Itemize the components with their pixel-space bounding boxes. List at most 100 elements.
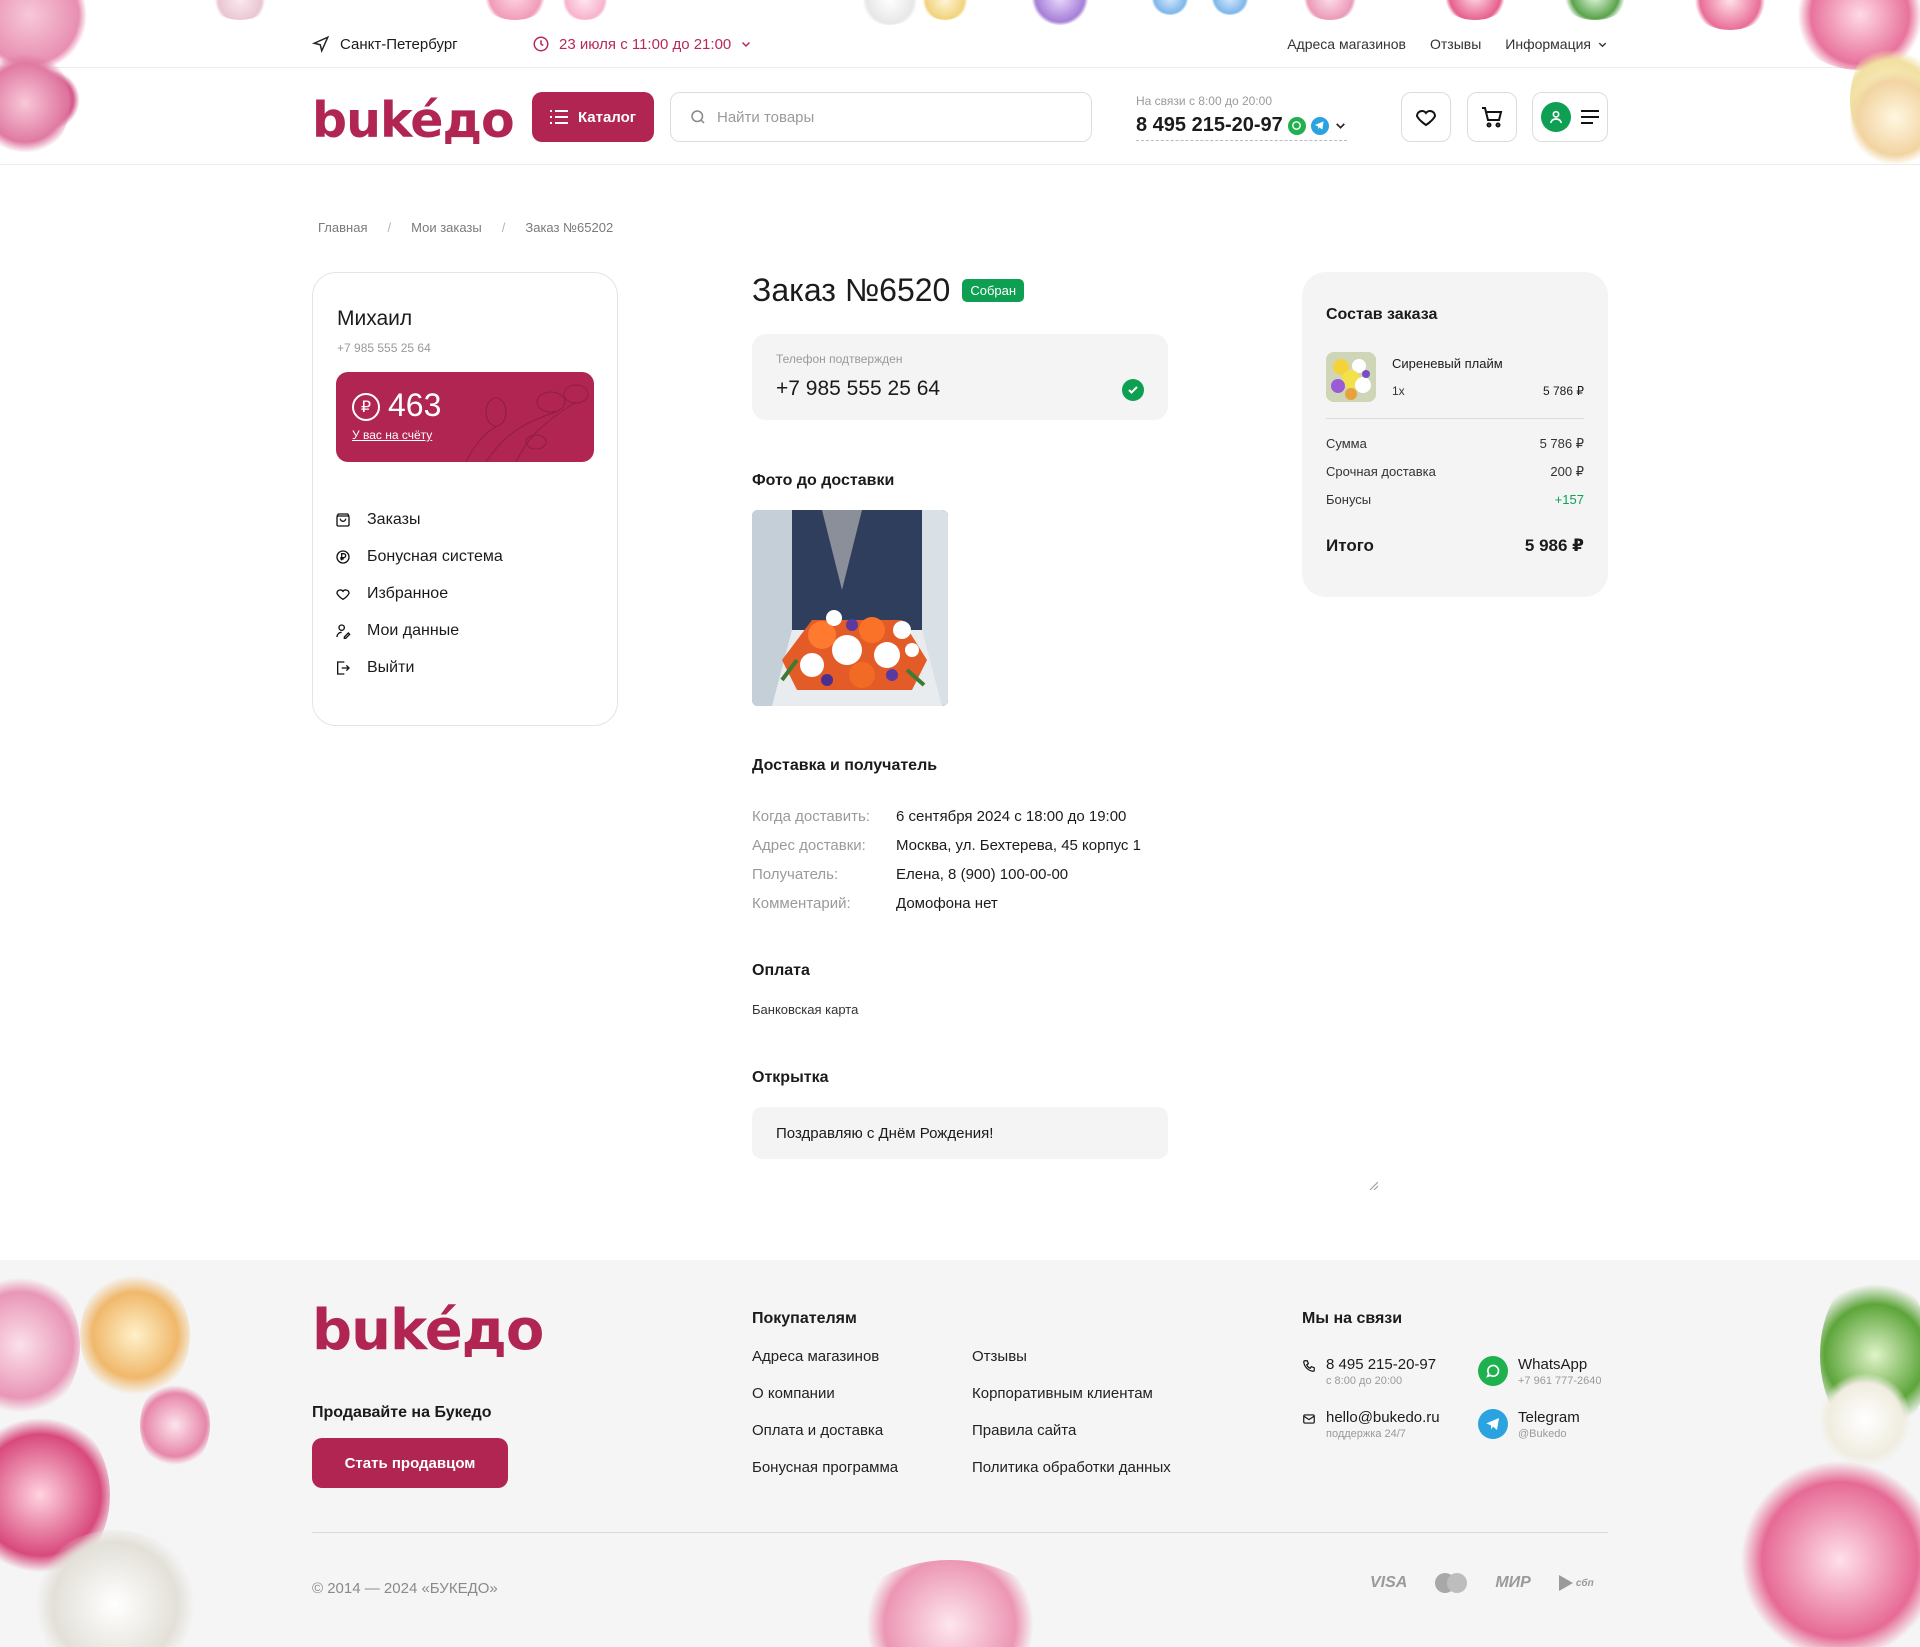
stores-link[interactable]: Адреса магазинов bbox=[1287, 36, 1406, 52]
city-selector[interactable]: Санкт-Петербург bbox=[312, 34, 458, 54]
flower-decoration-right bbox=[1850, 68, 1920, 168]
breadcrumb: Главная / Мои заказы / Заказ №65202 bbox=[318, 220, 613, 235]
buyers-heading: Покупателям bbox=[752, 1310, 857, 1327]
footer-phone-hours: с 8:00 до 20:00 bbox=[1326, 1375, 1403, 1387]
bouquet-photo[interactable] bbox=[752, 510, 948, 706]
info-dropdown[interactable]: Информация bbox=[1505, 36, 1608, 52]
profile-card: Михаил +7 985 555 25 64 ₽ 463 У вас на с… bbox=[312, 272, 618, 726]
sbp-label: сбп bbox=[1575, 1577, 1594, 1589]
menu-item-bonus[interactable]: Бонусная система bbox=[335, 538, 503, 575]
summary-row-label: Бонусы bbox=[1326, 492, 1372, 507]
ruble-coin-icon: ₽ bbox=[352, 393, 380, 421]
summary-title: Состав заказа bbox=[1326, 306, 1438, 323]
footer-link[interactable]: О компании bbox=[752, 1385, 898, 1422]
footer-whatsapp[interactable]: WhatsApp +7 961 777-2640 bbox=[1478, 1356, 1602, 1387]
chevron-down-icon bbox=[1598, 42, 1607, 47]
footer-link[interactable]: Бонусная программа bbox=[752, 1459, 898, 1496]
header-phone[interactable]: 8 495 215-20-97 bbox=[1136, 114, 1347, 141]
resize-handle-icon[interactable] bbox=[1368, 1180, 1378, 1190]
footer-links-col1: Адреса магазинов О компании Оплата и дос… bbox=[752, 1348, 898, 1496]
footer-phone[interactable]: 8 495 215-20-97 с 8:00 до 20:00 bbox=[1302, 1356, 1436, 1387]
mir-logo: МИР bbox=[1495, 1574, 1531, 1591]
delivery-value: Домофона нет bbox=[896, 895, 998, 912]
profile-name: Михаил bbox=[337, 307, 413, 330]
mail-icon bbox=[1303, 1414, 1315, 1424]
greeting-card-text[interactable]: Поздравляю с Днём Рождения! bbox=[752, 1107, 1168, 1159]
favorites-button[interactable] bbox=[1401, 92, 1451, 142]
summary-row-label: Срочная доставка bbox=[1326, 464, 1436, 479]
total-label: Итого bbox=[1326, 536, 1374, 555]
chevron-down-icon bbox=[742, 41, 751, 48]
product-name[interactable]: Сиреневый плайм bbox=[1392, 356, 1503, 371]
photo-heading: Фото до доставки bbox=[752, 472, 895, 489]
sbp-icon bbox=[1558, 1575, 1573, 1591]
search-input[interactable] bbox=[717, 108, 1057, 126]
user-menu-button[interactable] bbox=[1532, 92, 1608, 142]
clock-icon bbox=[533, 36, 549, 52]
phone-confirmed-label: Телефон подтвержден bbox=[776, 352, 903, 366]
location-arrow-icon bbox=[312, 35, 330, 53]
menu-item-logout[interactable]: Выйти bbox=[335, 649, 503, 686]
menu-item-label: Заказы bbox=[367, 510, 421, 528]
whatsapp-icon[interactable] bbox=[1287, 116, 1306, 135]
phone-hours: На связи с 8:00 до 20:00 bbox=[1136, 94, 1273, 108]
menu-item-favorites[interactable]: Избранное bbox=[335, 575, 503, 612]
menu-item-orders[interactable]: Заказы bbox=[335, 501, 503, 538]
telegram-handle: @Bukedo bbox=[1518, 1428, 1567, 1440]
footer-phone-number: 8 495 215-20-97 bbox=[1326, 1356, 1437, 1373]
delivery-value: Елена, 8 (900) 100-00-00 bbox=[896, 866, 1069, 883]
become-seller-button[interactable]: Стать продавцом bbox=[312, 1438, 508, 1488]
breadcrumb-orders[interactable]: Мои заказы bbox=[411, 220, 482, 235]
menu-item-label: Мои данные bbox=[367, 621, 460, 639]
catalog-button[interactable]: Каталог bbox=[532, 92, 654, 142]
phone-confirmed-value: +7 985 555 25 64 bbox=[776, 377, 941, 400]
mastercard-logo bbox=[1435, 1573, 1468, 1593]
summary-row-value: 200 ₽ bbox=[1550, 464, 1584, 479]
footer-link[interactable]: Корпоративным клиентам bbox=[972, 1385, 1171, 1422]
product-quantity: 1х bbox=[1392, 384, 1405, 398]
logout-icon bbox=[337, 660, 350, 675]
delivery-hours-selector[interactable]: 23 июля с 11:00 до 21:00 bbox=[532, 34, 752, 54]
summary-row-sum: Сумма 5 786 ₽ bbox=[1326, 436, 1584, 452]
visa-logo: VISA bbox=[1370, 1574, 1408, 1591]
footer-link[interactable]: Политика обработки данных bbox=[972, 1459, 1171, 1496]
logo[interactable]: bukéдo bbox=[312, 92, 515, 149]
product-price: 5 786 ₽ bbox=[1543, 384, 1584, 398]
order-number: Заказ №6520 bbox=[752, 272, 951, 308]
summary-row-value: +157 bbox=[1554, 492, 1584, 507]
total-value: 5 986 ₽ bbox=[1524, 536, 1584, 555]
footer-telegram[interactable]: Telegram @Bukedo bbox=[1478, 1409, 1580, 1440]
order-summary: Состав заказа Сиреневый плайм 1х 5 786 ₽… bbox=[1302, 272, 1608, 597]
footer-link[interactable]: Адреса магазинов bbox=[752, 1348, 898, 1385]
footer-link[interactable]: Правила сайта bbox=[972, 1422, 1171, 1459]
chevron-down-icon[interactable] bbox=[1334, 119, 1347, 132]
footer-link[interactable]: Отзывы bbox=[972, 1348, 1171, 1385]
summary-row-value: 5 786 ₽ bbox=[1539, 436, 1584, 451]
reviews-link[interactable]: Отзывы bbox=[1430, 36, 1481, 52]
footer-divider bbox=[312, 1532, 1608, 1533]
header: bukéдo Каталог На связи с 8:00 до 20:00 … bbox=[0, 48, 1920, 168]
delivery-row-comment: Комментарий: Домофона нет bbox=[752, 889, 1141, 918]
catalog-label: Каталог bbox=[577, 108, 637, 126]
footer-link[interactable]: Оплата и доставка bbox=[752, 1422, 898, 1459]
profile-phone: +7 985 555 25 64 bbox=[337, 341, 431, 355]
card-heading: Открытка bbox=[752, 1069, 829, 1086]
telegram-icon bbox=[1478, 1409, 1508, 1439]
breadcrumb-separator: / bbox=[387, 220, 392, 235]
payment-value: Банковская карта bbox=[752, 1002, 859, 1017]
breadcrumb-home[interactable]: Главная bbox=[318, 220, 367, 235]
breadcrumb-current: Заказ №65202 bbox=[525, 220, 614, 235]
product-thumbnail[interactable] bbox=[1326, 352, 1376, 402]
cart-icon bbox=[1482, 107, 1503, 128]
heart-icon bbox=[1415, 110, 1437, 127]
footer-logo[interactable]: bukéдo bbox=[312, 1298, 544, 1363]
footer-links-col2: Отзывы Корпоративным клиентам Правила са… bbox=[972, 1348, 1171, 1496]
sbp-logo: сбп bbox=[1558, 1575, 1594, 1591]
menu-item-my-data[interactable]: Мои данные bbox=[335, 612, 503, 649]
cart-button[interactable] bbox=[1467, 92, 1517, 142]
footer-email[interactable]: hello@bukedo.ru поддержка 24/7 bbox=[1302, 1409, 1440, 1440]
bonus-card[interactable]: ₽ 463 У вас на счёту bbox=[336, 372, 594, 462]
telegram-icon[interactable] bbox=[1310, 116, 1329, 135]
bonus-link[interactable]: У вас на счёту bbox=[352, 428, 432, 442]
delivery-value: Москва, ул. Бехтерева, 45 корпус 1 bbox=[896, 837, 1141, 854]
